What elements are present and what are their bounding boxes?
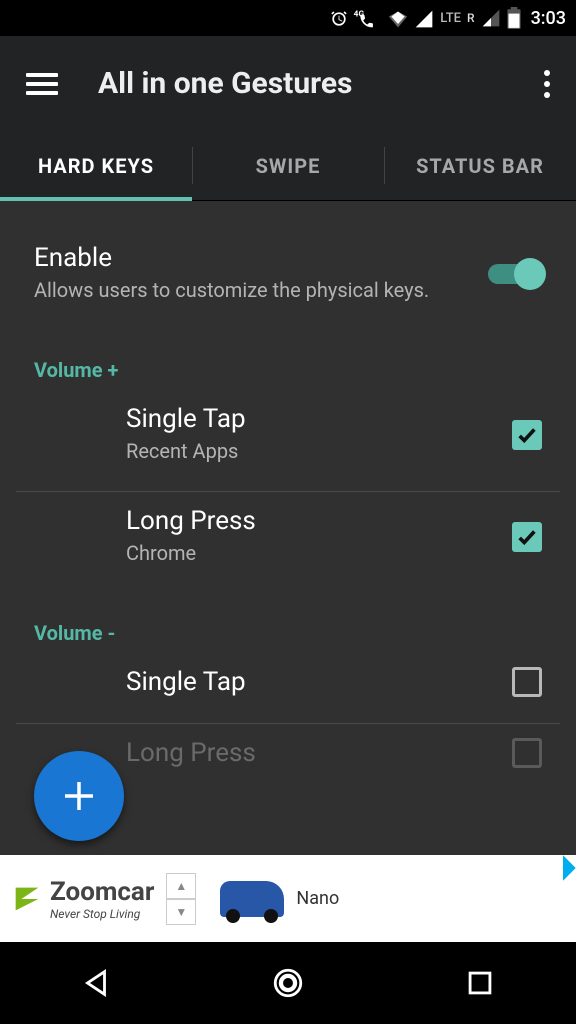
checkbox[interactable] (512, 667, 542, 697)
arrow-up-icon[interactable]: ▲ (166, 873, 196, 899)
app-title: All in one Gestures (98, 66, 544, 101)
item-single-tap-volup[interactable]: Single Tap Recent Apps (0, 390, 576, 479)
checkbox[interactable] (512, 522, 542, 552)
plus-icon (58, 775, 100, 817)
ad-banner[interactable]: Zoomcar Never Stop Living ▲ ▼ Nano (0, 855, 576, 942)
checkbox[interactable] (512, 738, 542, 768)
lte-label: LTE (440, 11, 461, 26)
tab-status-bar[interactable]: STATUS BAR (384, 131, 576, 200)
item-long-press-volup[interactable]: Long Press Chrome (0, 492, 576, 581)
nav-back-button[interactable] (76, 963, 116, 1003)
checkmark-icon (516, 526, 538, 548)
battery-icon (507, 7, 521, 29)
android-nav-bar (0, 942, 576, 1024)
enable-desc: Allows users to customize the physical k… (34, 277, 488, 304)
home-circle-icon (271, 966, 305, 1000)
ad-tagline: Never Stop Living (50, 907, 154, 921)
alarm-icon (329, 9, 349, 29)
section-header-volume-minus: Volume - (0, 581, 576, 653)
item-sub: Recent Apps (126, 438, 512, 465)
recent-square-icon (463, 966, 497, 1000)
adchoices-icon[interactable] (550, 855, 575, 880)
arrow-down-icon[interactable]: ▼ (166, 899, 196, 925)
nav-home-button[interactable] (268, 963, 308, 1003)
status-icons: 4G (329, 7, 434, 28)
settings-list: Enable Allows users to customize the phy… (0, 201, 576, 855)
ad-logo: Zoomcar Never Stop Living (10, 877, 154, 921)
ad-item-name: Nano (296, 888, 339, 909)
nav-recent-button[interactable] (460, 963, 500, 1003)
checkmark-icon (516, 424, 538, 446)
clock: 3:03 (531, 8, 566, 29)
signal-icon (414, 9, 434, 29)
item-title: Single Tap (126, 404, 512, 434)
item-title: Long Press (126, 506, 512, 536)
item-title: Single Tap (126, 667, 512, 697)
hamburger-menu-icon[interactable] (26, 73, 58, 95)
item-title: Long Press (126, 738, 512, 768)
overflow-menu-icon[interactable] (544, 70, 550, 98)
enable-row[interactable]: Enable Allows users to customize the phy… (0, 229, 576, 318)
android-status-bar: 4G LTE R 3:03 (0, 0, 576, 36)
zoomcar-z-icon (10, 882, 44, 916)
tab-hard-keys[interactable]: HARD KEYS (0, 131, 192, 200)
ad-carousel-arrows[interactable]: ▲ ▼ (166, 873, 196, 925)
app-bar: All in one Gestures (0, 36, 576, 131)
ad-brand: Zoomcar (50, 877, 154, 907)
fab-add-button[interactable] (34, 751, 124, 841)
tab-swipe[interactable]: SWIPE (192, 131, 384, 200)
checkbox[interactable] (512, 420, 542, 450)
signal-2-icon (481, 8, 501, 28)
section-header-volume-plus: Volume + (0, 318, 576, 390)
wifi-icon (386, 9, 410, 29)
call-4g-icon: 4G (353, 9, 381, 29)
item-sub: Chrome (126, 540, 512, 567)
tab-bar: HARD KEYS SWIPE STATUS BAR (0, 131, 576, 201)
back-triangle-icon (79, 966, 113, 1000)
enable-title: Enable (34, 243, 488, 273)
item-single-tap-voldown[interactable]: Single Tap (0, 653, 576, 711)
enable-toggle[interactable] (488, 264, 542, 284)
car-image (220, 881, 284, 917)
roaming-label: R (467, 11, 475, 25)
